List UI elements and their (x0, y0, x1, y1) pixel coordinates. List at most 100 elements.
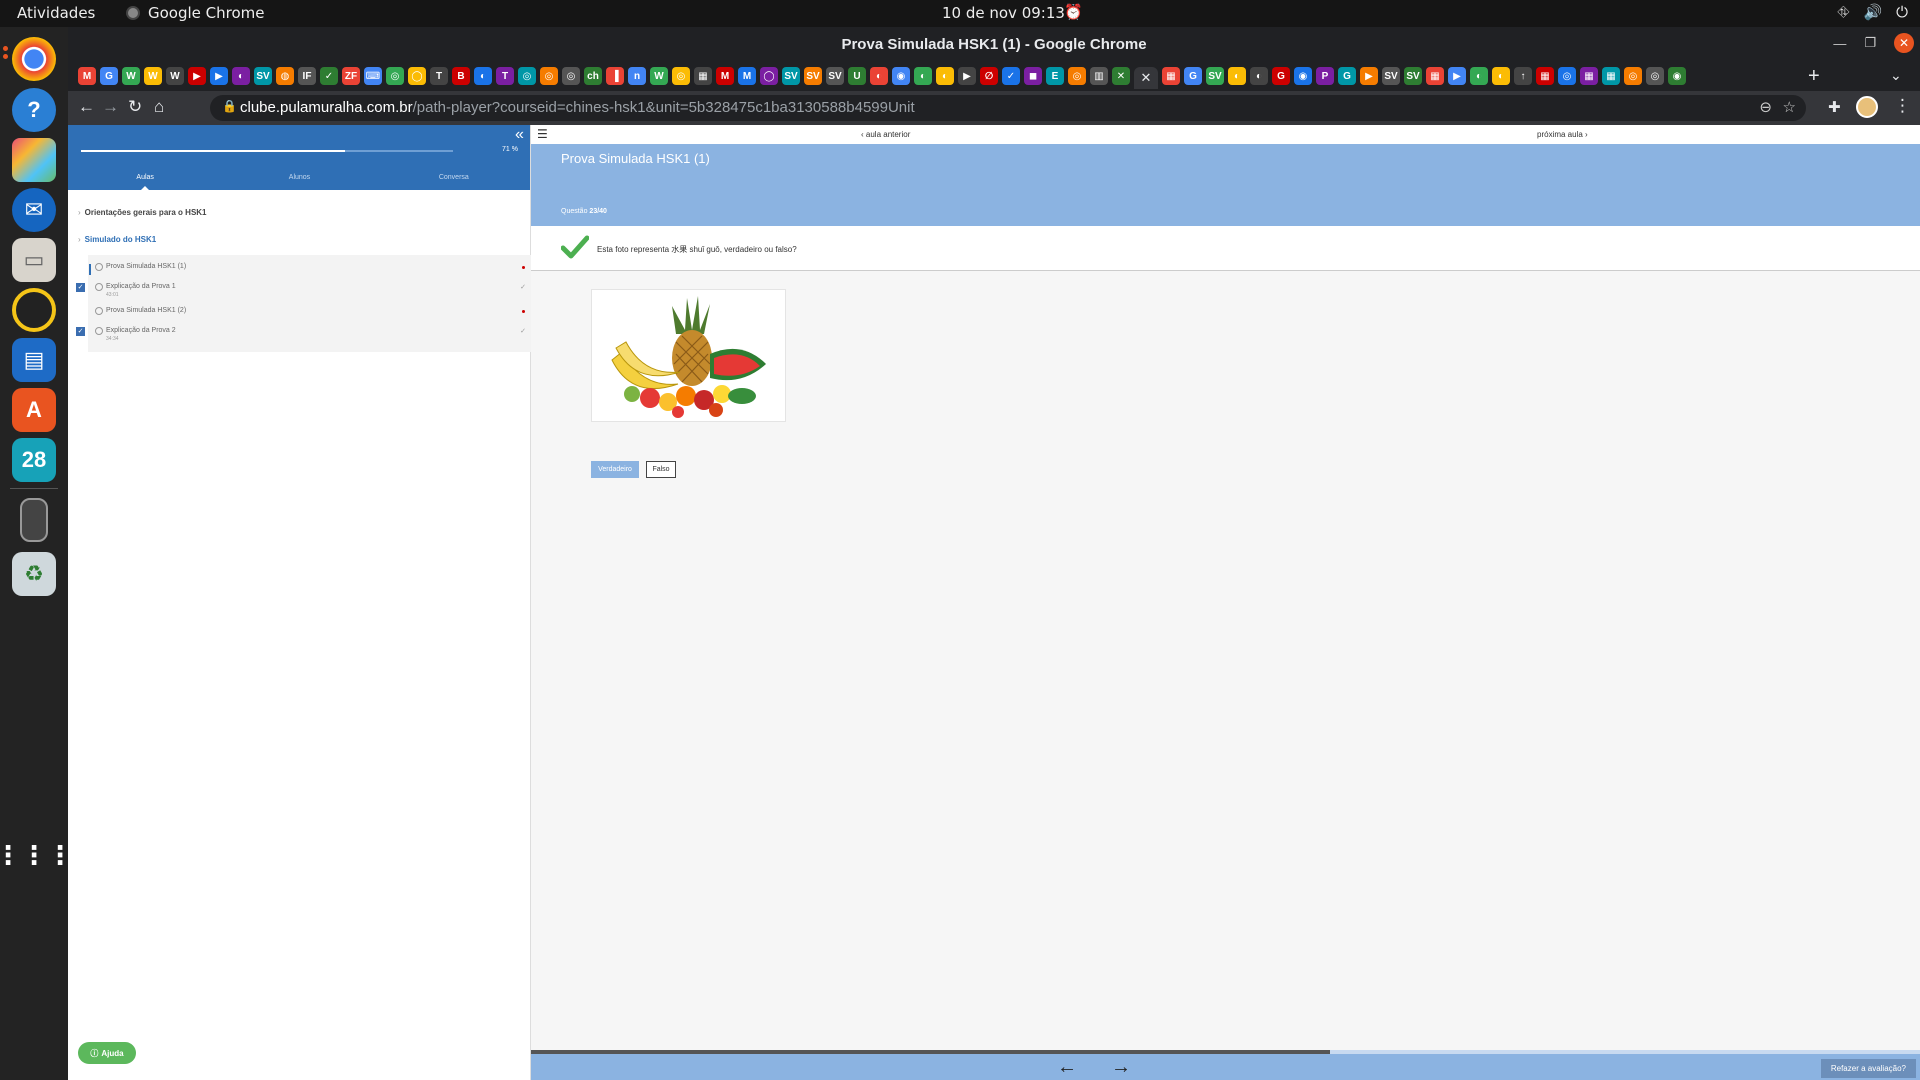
pinned-tab-favicon[interactable]: ↑ (1514, 67, 1532, 85)
lesson-item[interactable]: Prova Simulada HSK1 (1) (88, 261, 531, 281)
pinned-tab-favicon[interactable]: ▶ (1448, 67, 1466, 85)
pinned-tab-favicon[interactable]: IF (298, 67, 316, 85)
pinned-tab-favicon[interactable]: ▥ (1090, 67, 1108, 85)
pinned-tab-favicon[interactable]: M (716, 67, 734, 85)
home-icon[interactable]: ⌂ (154, 97, 164, 117)
tab-search-icon[interactable]: ⌄ (1890, 67, 1902, 84)
pinned-tab-favicon[interactable]: ◎ (1558, 67, 1576, 85)
close-window-icon[interactable]: ✕ (1894, 33, 1914, 53)
app-menu[interactable]: Google Chrome (126, 4, 265, 22)
address-bar[interactable]: 🔒 clube.pulamuralha.com.br/path-player?c… (210, 95, 1806, 121)
pinned-tab-favicon[interactable]: W (166, 67, 184, 85)
pinned-tab-favicon[interactable]: ◎ (540, 67, 558, 85)
previous-lesson-link[interactable]: ‹ aula anterior (861, 130, 910, 139)
answer-true-button[interactable]: Verdadeiro (591, 461, 639, 478)
pinned-tab-favicon[interactable]: SV (804, 67, 822, 85)
completed-checkbox-icon[interactable]: ✓ (76, 327, 85, 336)
pinned-tab-favicon[interactable]: ◎ (1624, 67, 1642, 85)
pinned-tab-favicon[interactable]: ▦ (1602, 67, 1620, 85)
collapse-sidebar-icon[interactable]: « (515, 126, 524, 144)
pinned-tab-favicon[interactable]: G (1184, 67, 1202, 85)
lesson-item[interactable]: ✓ Explicação da Prova 2 34:34 ✓ (76, 325, 531, 345)
pinned-tab-favicon[interactable]: ◎ (518, 67, 536, 85)
previous-question-arrow-icon[interactable]: ← (1057, 1056, 1077, 1079)
pinned-tab-favicon[interactable]: ▐ (606, 67, 624, 85)
pinned-tab-favicon[interactable]: SV (1382, 67, 1400, 85)
pinned-tab-favicon[interactable]: G (100, 67, 118, 85)
pinned-tab-favicon[interactable]: W (650, 67, 668, 85)
redo-assessment-button[interactable]: Refazer a avaliação? (1820, 1059, 1916, 1078)
pinned-tab-favicon[interactable]: ▦ (1162, 67, 1180, 85)
completed-checkbox-icon[interactable]: ✓ (76, 283, 85, 292)
activities-button[interactable]: Atividades (17, 4, 95, 22)
pinned-tab-favicon[interactable]: ◯ (408, 67, 426, 85)
minimize-icon[interactable]: — (1833, 36, 1846, 51)
app-cube-icon[interactable] (12, 138, 56, 182)
pinned-tab-favicon[interactable]: M (738, 67, 756, 85)
bookmark-star-icon[interactable]: ☆ (1783, 98, 1796, 116)
pinned-tab-favicon[interactable]: ▦ (694, 67, 712, 85)
pinned-tab-favicon[interactable]: T (496, 67, 514, 85)
lesson-item[interactable]: ✓ Explicação da Prova 1 43:01 ✓ (76, 281, 531, 301)
pinned-tab-favicon[interactable]: ∅ (980, 67, 998, 85)
pinned-tab-favicon[interactable]: ch (584, 67, 602, 85)
clock[interactable]: 10 de nov 09:13 (942, 4, 1065, 22)
help-button[interactable]: ⓘ Ajuda (78, 1042, 136, 1064)
pinned-tab-favicon[interactable]: ◎ (562, 67, 580, 85)
pinned-tab-favicon[interactable]: ZF (342, 67, 360, 85)
pinned-tab-favicon[interactable]: ⌨ (364, 67, 382, 85)
profile-avatar[interactable] (1856, 96, 1878, 118)
maximize-icon[interactable]: ❐ (1864, 35, 1876, 51)
writer-icon[interactable]: ▤ (12, 338, 56, 382)
next-lesson-link[interactable]: próxima aula › (1537, 130, 1588, 139)
pinned-tab-favicon[interactable]: SV (782, 67, 800, 85)
pinned-tab-favicon[interactable]: U (848, 67, 866, 85)
pinned-tab-favicon[interactable]: ◐ (474, 67, 492, 85)
pinned-tab-favicon[interactable]: ◎ (386, 67, 404, 85)
pinned-tab-favicon[interactable]: ◼ (1024, 67, 1042, 85)
pinned-tab-favicon[interactable]: ▶ (1360, 67, 1378, 85)
pinned-tab-favicon[interactable]: W (122, 67, 140, 85)
pinned-tab-favicon[interactable]: ◐ (914, 67, 932, 85)
pinned-tab-favicon[interactable]: ✓ (1002, 67, 1020, 85)
show-apps-icon[interactable]: ⋮⋮⋮ (0, 833, 73, 877)
new-tab-icon[interactable]: + (1808, 65, 1820, 88)
pinned-tab-favicon[interactable]: n (628, 67, 646, 85)
hamburger-menu-icon[interactable]: ☰ (537, 127, 548, 141)
chrome-icon[interactable] (12, 37, 56, 81)
section-simulado[interactable]: › Simulado do HSK1 (78, 235, 156, 244)
pinned-tab-favicon[interactable]: ✕ (1112, 67, 1130, 85)
forward-icon[interactable]: → (102, 97, 119, 117)
pinned-tab-favicon[interactable]: ◐ (1250, 67, 1268, 85)
lock-icon[interactable]: 🔒 (222, 99, 237, 113)
pinned-tab-favicon[interactable]: ▦ (1536, 67, 1554, 85)
pinned-tab-favicon[interactable]: ◐ (1492, 67, 1510, 85)
pinned-tab-favicon[interactable]: ◯ (760, 67, 778, 85)
pinned-tab-favicon[interactable]: G (1338, 67, 1356, 85)
extensions-icon[interactable]: ✚ (1828, 98, 1841, 116)
chrome-menu-icon[interactable]: ⋮ (1894, 96, 1911, 116)
pinned-tab-favicon[interactable]: ◐ (232, 67, 250, 85)
pinned-tab-favicon[interactable]: ✓ (320, 67, 338, 85)
pinned-tab-favicon[interactable]: SV (1206, 67, 1224, 85)
pinned-tab-favicon[interactable]: W (144, 67, 162, 85)
lesson-item[interactable]: Prova Simulada HSK1 (2) (88, 305, 531, 325)
pinned-tab-favicon[interactable]: ◐ (936, 67, 954, 85)
pinned-tab-favicon[interactable]: ◎ (672, 67, 690, 85)
pinned-tab-favicon[interactable]: ◉ (892, 67, 910, 85)
back-icon[interactable]: ← (78, 97, 95, 117)
tab-conversa[interactable]: Conversa (377, 167, 531, 190)
pinned-tab-favicon[interactable]: ▶ (188, 67, 206, 85)
pinned-tab-favicon[interactable]: ◎ (1068, 67, 1086, 85)
calendar-icon[interactable]: 28 (12, 438, 56, 482)
thunderbird-icon[interactable]: ✉ (12, 188, 56, 232)
trash-icon[interactable]: ♻ (12, 552, 56, 596)
files-icon[interactable]: ▭ (12, 238, 56, 282)
zoom-icon[interactable]: ⊖ (1759, 98, 1772, 116)
pinned-tab-favicon[interactable]: ▦ (1580, 67, 1598, 85)
answer-false-button[interactable]: Falso (646, 461, 676, 478)
next-question-arrow-icon[interactable]: → (1111, 1056, 1131, 1079)
pinned-tab-favicon[interactable]: T (430, 67, 448, 85)
pinned-tab-favicon[interactable]: ◉ (1294, 67, 1312, 85)
pinned-tab-favicon[interactable]: ◐ (1228, 67, 1246, 85)
